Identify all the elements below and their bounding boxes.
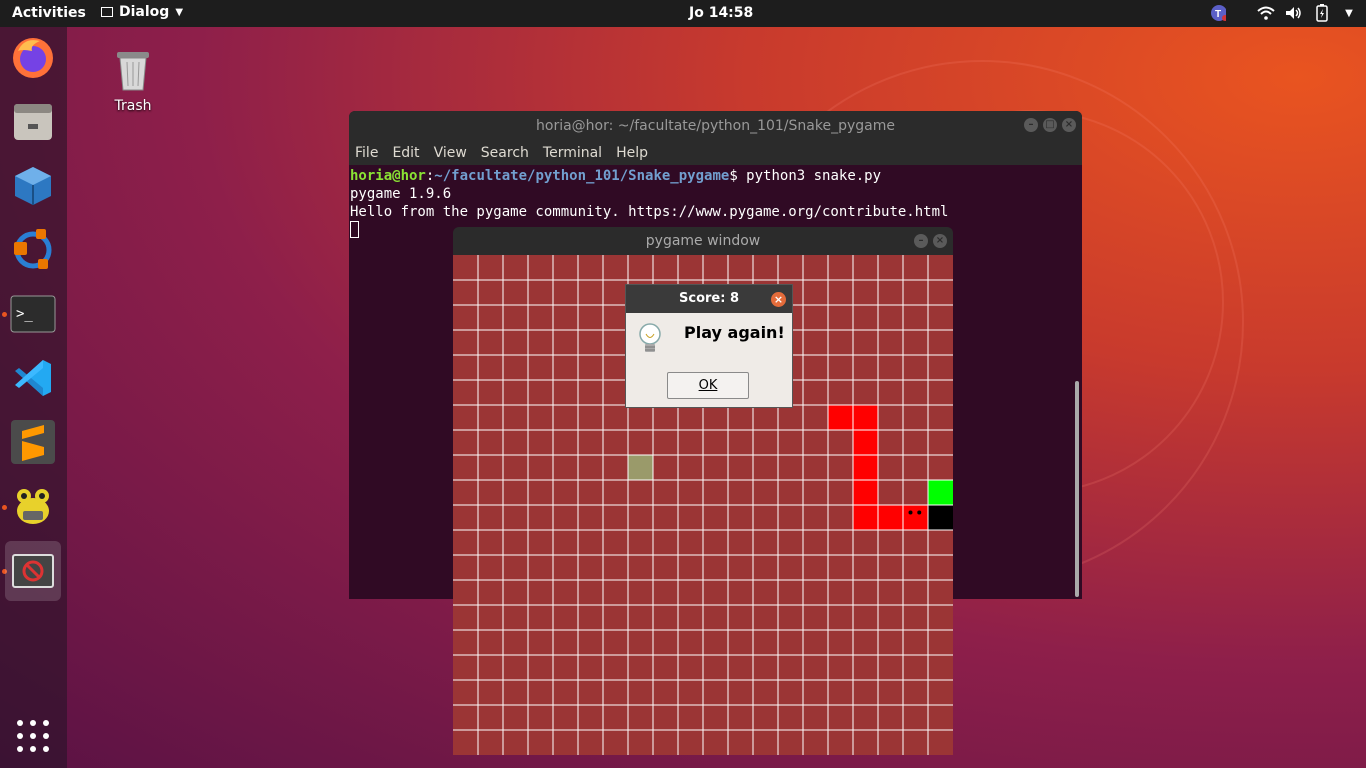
dialog-title: Score: 8 — [679, 291, 739, 306]
volume-icon[interactable] — [1284, 4, 1302, 22]
menu-help[interactable]: Help — [616, 141, 648, 165]
firefox-icon — [13, 38, 53, 78]
bonus-cell — [628, 455, 653, 480]
trash-desktop-icon[interactable]: Trash — [100, 44, 166, 114]
menu-file[interactable]: File — [355, 141, 378, 165]
clock[interactable]: Jo 14:58 — [689, 5, 753, 21]
battery-icon[interactable] — [1313, 4, 1331, 22]
prompt-path: ~/facultate/python_101/Snake_pygame — [434, 168, 730, 184]
dock-dialog-app[interactable] — [5, 541, 61, 601]
dock-vscode[interactable] — [7, 352, 59, 404]
dock-files[interactable] — [7, 96, 59, 148]
terminal-scrollbar[interactable] — [1075, 381, 1079, 597]
dock-orange-ring-app[interactable] — [7, 224, 59, 276]
app-grid-icon — [17, 720, 49, 752]
activities-button[interactable]: Activities — [12, 5, 86, 21]
chevron-down-icon: ▼ — [175, 6, 184, 18]
dock-terminal[interactable]: >_ — [7, 288, 59, 340]
snake-segment — [853, 480, 878, 505]
app-menu-label: Dialog — [119, 4, 170, 20]
svg-text:>_: >_ — [16, 306, 33, 322]
snake-eye — [908, 510, 913, 515]
app-menu[interactable]: Dialog ▼ — [101, 4, 183, 20]
prompt-user: horia@hor — [350, 168, 426, 184]
wifi-icon[interactable] — [1257, 4, 1275, 22]
dock-sublime-text[interactable] — [7, 416, 59, 468]
window-icon — [101, 7, 113, 17]
teams-icon[interactable]: T — [1208, 4, 1226, 22]
show-applications-button[interactable] — [16, 719, 50, 757]
vscode-icon — [15, 360, 51, 396]
system-menu-chevron-icon[interactable]: ▼ — [1340, 4, 1358, 22]
snake-segment — [853, 455, 878, 480]
menu-terminal[interactable]: Terminal — [543, 141, 602, 165]
dialog-message: Play again! — [684, 323, 785, 342]
sublime-text-icon — [11, 420, 55, 464]
menu-search[interactable]: Search — [481, 141, 529, 165]
frog-icon — [17, 489, 49, 524]
prompt-line: horia@hor:~/facultate/python_101/Snake_p… — [350, 167, 1081, 185]
terminal-title: horia@hor: ~/facultate/python_101/Snake_… — [536, 118, 895, 134]
food-cell — [928, 480, 953, 505]
terminal-menubar: File Edit View Search Terminal Help — [349, 141, 1082, 165]
dialog-titlebar[interactable]: Score: 8 × — [626, 285, 792, 313]
dialog-app-icon — [12, 554, 54, 588]
output-line: pygame 1.9.6 — [350, 186, 452, 202]
score-dialog[interactable]: Score: 8 × Play again! OK — [625, 284, 793, 408]
lightbulb-icon — [639, 323, 661, 352]
pygame-titlebar[interactable]: pygame window – × — [453, 227, 953, 255]
minimize-button[interactable]: – — [1024, 118, 1038, 132]
menu-view[interactable]: View — [434, 141, 467, 165]
ok-button[interactable]: OK — [667, 372, 749, 399]
close-button[interactable]: × — [1062, 118, 1076, 132]
virtualbox-icon — [15, 167, 51, 205]
terminal-cursor — [350, 221, 359, 238]
orange-ring-app-icon — [14, 229, 52, 269]
snake-eye — [917, 510, 922, 515]
svg-text:T: T — [1215, 9, 1221, 20]
dock-pysolfc[interactable] — [7, 480, 59, 532]
obstacle-cell — [928, 505, 953, 530]
dock-firefox[interactable] — [7, 32, 59, 84]
minimize-button[interactable]: – — [914, 234, 928, 248]
terminal-titlebar[interactable]: horia@hor: ~/facultate/python_101/Snake_… — [349, 111, 1082, 141]
dock: >_ — [0, 27, 67, 768]
terminal-icon: >_ — [10, 295, 56, 333]
dock-virtualbox[interactable] — [7, 160, 59, 212]
trash-label: Trash — [114, 98, 152, 114]
dialog-close-button[interactable]: × — [771, 292, 786, 307]
trash-icon — [117, 52, 149, 91]
snake-segment — [853, 430, 878, 455]
command-text: python3 snake.py — [746, 168, 882, 184]
snake-segment — [853, 505, 878, 530]
prompt-end: $ — [729, 168, 747, 184]
pygame-title: pygame window — [645, 233, 761, 249]
snake-segment — [903, 505, 928, 530]
top-bar: Activities Dialog ▼ Jo 14:58 T ▼ — [0, 0, 1366, 27]
files-icon — [14, 104, 52, 140]
output-line: Hello from the pygame community. https:/… — [350, 204, 949, 220]
maximize-button[interactable]: □ — [1043, 118, 1057, 132]
close-button[interactable]: × — [933, 234, 947, 248]
snake-segment — [853, 405, 878, 430]
snake-segment — [878, 505, 903, 530]
menu-edit[interactable]: Edit — [392, 141, 419, 165]
snake-segment — [828, 405, 853, 430]
